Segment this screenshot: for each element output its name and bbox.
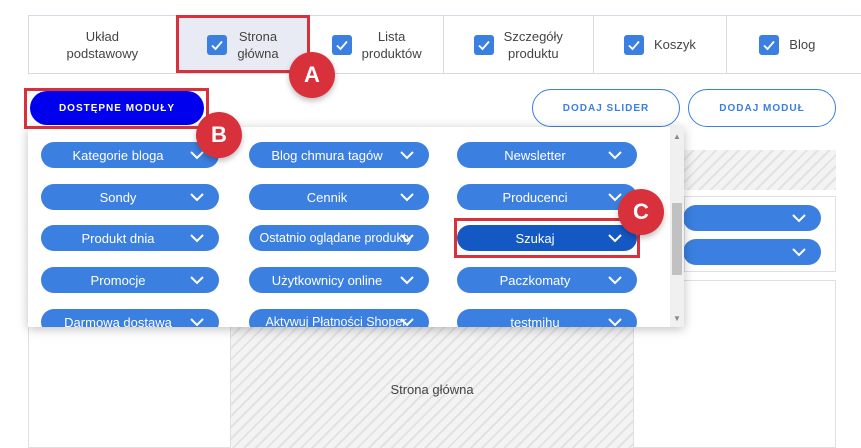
module-label: Promocje	[90, 272, 146, 288]
module-newsletter[interactable]: Newsletter	[457, 142, 637, 168]
chevron-down-icon	[400, 276, 414, 285]
module-label: Darmowa dostawa	[64, 314, 172, 328]
chevron-down-icon	[190, 276, 204, 285]
module-label: Producenci	[502, 189, 568, 205]
module-pill[interactable]	[683, 205, 821, 231]
chevron-down-icon	[792, 248, 806, 257]
module-kategorie-bloga[interactable]: Kategorie bloga	[41, 142, 219, 168]
scroll-up-icon[interactable]: ▲	[670, 129, 684, 143]
module-testmihu[interactable]: testmihu	[457, 309, 637, 327]
placeholder-area	[684, 150, 836, 190]
checkbox-icon[interactable]	[759, 34, 780, 55]
checkbox-icon[interactable]	[473, 34, 494, 55]
chevron-down-icon	[400, 151, 414, 160]
layout-tabs: Układ podstawowy Strona główna Lista pro…	[28, 15, 861, 74]
page-area-label: Strona główna	[390, 381, 474, 397]
checkbox-icon[interactable]	[331, 34, 352, 55]
module-label: Użytkownicy online	[271, 272, 383, 288]
module-label: Blog chmura tagów	[271, 147, 383, 163]
tab-label: Koszyk	[653, 37, 696, 52]
module-blog-chmura-tagow[interactable]: Blog chmura tagów	[249, 142, 429, 168]
module-promocje[interactable]: Promocje	[41, 267, 219, 293]
annotation-box-a	[176, 15, 310, 73]
chevron-down-icon	[400, 318, 414, 327]
module-paczkomaty[interactable]: Paczkomaty	[457, 267, 637, 293]
annotation-badge-c: C	[618, 189, 664, 235]
chevron-down-icon	[190, 318, 204, 327]
chevron-down-icon	[400, 193, 414, 202]
tab-label: Szczegóły produktu	[503, 28, 563, 61]
module-ostatnio-ogladane[interactable]: Ostatnio oglądane produkty	[249, 225, 429, 251]
module-label: Paczkomaty	[499, 272, 571, 288]
annotation-badge-a: A	[289, 52, 335, 98]
module-label: Aktywuj Płatności Shoper	[265, 315, 407, 327]
tab-label: Blog	[789, 37, 816, 52]
module-column	[683, 196, 836, 272]
module-uzytkownicy-online[interactable]: Użytkownicy online	[249, 267, 429, 293]
tab-blog[interactable]: Blog	[727, 16, 861, 73]
checkbox-icon[interactable]	[623, 34, 644, 55]
chevron-down-icon	[608, 318, 622, 327]
module-sondy[interactable]: Sondy	[41, 184, 219, 210]
annotation-badge-b: B	[196, 112, 242, 158]
annotation-box-b	[24, 88, 209, 129]
tab-koszyk[interactable]: Koszyk	[594, 16, 728, 73]
chevron-down-icon	[400, 234, 414, 243]
annotation-box-c	[454, 218, 640, 258]
module-label: Kategorie bloga	[72, 147, 164, 163]
module-label: Produkt dnia	[81, 230, 155, 246]
module-label: Cennik	[306, 189, 348, 205]
add-module-button[interactable]: DODAJ MODUŁ	[688, 89, 836, 127]
chevron-down-icon	[792, 214, 806, 223]
module-produkt-dnia[interactable]: Produkt dnia	[41, 225, 219, 251]
scroll-thumb[interactable]	[672, 203, 682, 275]
module-darmowa-dostawa[interactable]: Darmowa dostawa	[41, 309, 219, 327]
tab-uklad-podstawowy[interactable]: Układ podstawowy	[29, 16, 177, 73]
chevron-down-icon	[190, 193, 204, 202]
module-label: testmihu	[510, 314, 560, 328]
module-label: Sondy	[99, 189, 137, 205]
module-aktywuj-platnosci[interactable]: Aktywuj Płatności Shoper	[249, 309, 429, 327]
module-label: Ostatnio oglądane produkty	[259, 231, 413, 245]
add-slider-button[interactable]: DODAJ SLIDER	[532, 89, 680, 127]
module-label: Newsletter	[504, 147, 566, 163]
chevron-down-icon	[608, 276, 622, 285]
module-pill[interactable]	[683, 239, 821, 265]
left-column	[28, 327, 231, 448]
tab-label: Układ podstawowy	[66, 28, 139, 61]
tab-label: Lista produktów	[361, 28, 422, 61]
dropdown-scrollbar[interactable]: ▲ ▼	[670, 127, 684, 327]
scroll-down-icon[interactable]: ▼	[670, 311, 684, 325]
module-producenci[interactable]: Producenci	[457, 184, 637, 210]
module-cennik[interactable]: Cennik	[249, 184, 429, 210]
tab-szczegoly-produktu[interactable]: Szczegóły produktu	[444, 16, 594, 73]
chevron-down-icon	[608, 151, 622, 160]
chevron-down-icon	[190, 234, 204, 243]
